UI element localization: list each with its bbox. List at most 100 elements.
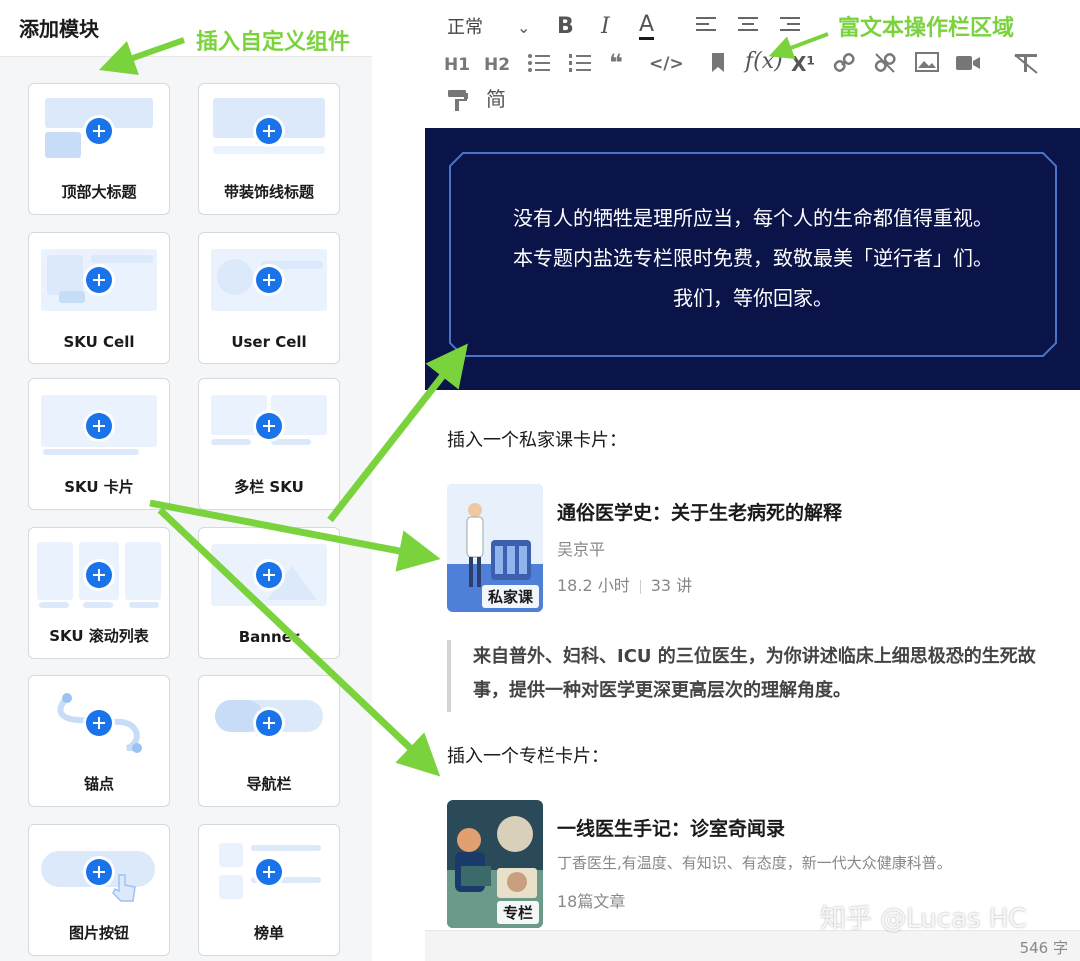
plus-icon [86,562,112,588]
tile-label: 多栏 SKU [234,478,304,496]
module-tile-user-cell[interactable]: User Cell [198,232,340,364]
navbar-preview [207,684,331,762]
anchor-preview [37,684,161,762]
plus-icon [256,859,282,885]
module-tile-image-button[interactable]: 图片按钮 [28,824,170,956]
topic-banner: 没有人的牺牲是理所应当，每个人的生命都值得重视。 本专题内盐选专栏限时免费，致敬… [425,128,1080,390]
heading2-button[interactable]: H2 [484,53,510,77]
module-tile-sku-card[interactable]: SKU 卡片 [28,378,170,510]
plus-icon [256,710,282,736]
course-lectures: 33 讲 [650,576,693,595]
plus-icon [86,118,112,144]
private-course-label: 插入一个私家课卡片： [447,430,627,451]
banner-line: 我们，等你回家。 [673,286,833,310]
font-color-button[interactable]: A [639,13,655,40]
image-icon[interactable] [915,52,939,77]
decorated-title-preview [207,92,331,170]
tile-label: 图片按钮 [68,924,129,942]
private-course-card[interactable]: 私家课 通俗医学史：关于生老病死的解释 吴京平 18.2 小时 33 讲 [447,484,1067,612]
bold-button[interactable]: B [557,15,574,39]
tile-label: User Cell [231,333,307,351]
align-center-icon[interactable] [737,15,759,40]
card-description: 丁香医生,有温度、有知识、有态度，新一代大众健康科普。 [557,854,952,872]
bullet-list-icon[interactable] [527,53,551,78]
numbered-list-icon[interactable] [568,53,592,78]
sku-cell-preview [37,241,161,319]
module-tile-ranking[interactable]: 榜单 [198,824,340,956]
custom-component-annotation: 插入自定义组件 [196,30,351,55]
banner-line: 本专题内盐选专栏限时免费，致敬最美「逆行者」们。 [513,246,993,270]
image-button-preview [37,833,161,911]
banner-preview [207,536,331,614]
module-tile-top-title[interactable]: 顶部大标题 [28,83,170,215]
module-tile-anchor[interactable]: 锚点 [28,675,170,807]
blockquote: 来自普外、妇科、ICU 的三位医生，为你讲述临床上细思极恐的生死故事，提供一种对… [447,640,1067,712]
card-title: 通俗医学史：关于生老病死的解释 [557,502,843,524]
card-meta: 18篇文章 [557,892,626,911]
heading1-button[interactable]: H1 [444,53,470,77]
align-left-icon[interactable] [695,15,717,40]
plus-icon [86,859,112,885]
user-cell-preview [207,241,331,319]
ranking-preview [207,833,331,911]
module-tile-banner[interactable]: Banner [198,527,340,659]
sku-scroll-list-preview [37,536,161,614]
course-cover-image: 私家课 [447,484,543,612]
meta-divider [639,579,641,594]
tile-label: SKU 卡片 [64,478,134,496]
tile-label: SKU Cell [63,333,135,351]
align-right-icon[interactable] [779,15,801,40]
blockquote-icon[interactable]: ❝ [609,51,623,75]
card-author: 吴京平 [557,540,606,559]
column-cover-image: 专栏 [447,800,543,928]
watermark: 知乎 @Lucas HC [820,904,1027,934]
toolbar-annotation: 富文本操作栏区域 [838,16,1015,41]
plus-icon [256,267,282,293]
column-label: 插入一个专栏卡片： [447,746,609,767]
banner-text: 没有人的牺牲是理所应当，每个人的生命都值得重视。 本专题内盐选专栏限时免费，致敬… [449,198,1057,318]
tile-label: 榜单 [253,924,284,942]
cover-badge: 私家课 [481,585,539,608]
formula-icon[interactable]: f(x) [745,50,783,74]
format-painter-icon[interactable] [447,88,469,117]
chevron-down-icon[interactable]: ⌄ [517,16,530,40]
tile-label: 导航栏 [246,775,292,793]
module-tile-sku-scroll-list[interactable]: SKU 滚动列表 [28,527,170,659]
quote-text: 来自普外、妇科、ICU 的三位医生，为你讲述临床上细思极恐的生死故事，提供一种对… [473,646,1036,701]
format-select[interactable]: 正常 [447,16,483,40]
superscript-icon[interactable]: X¹ [791,52,815,76]
plus-icon [86,710,112,736]
module-tile-decorated-title[interactable]: 带装饰线标题 [198,83,340,215]
italic-button[interactable]: I [601,15,610,39]
banner-line: 没有人的牺牲是理所应当，每个人的生命都值得重视。 [513,206,993,230]
module-tile-sku-cell[interactable]: SKU Cell [28,232,170,364]
card-title: 一线医生手记：诊室奇闻录 [557,818,786,840]
add-module-panel: 添加模块 顶部大标题 带装饰线标题 SKU Cell User Cell SKU… [0,0,372,961]
unlink-icon[interactable] [874,52,896,79]
word-count: 546 字 [1019,939,1068,957]
tile-label: 顶部大标题 [61,183,137,201]
card-meta: 18.2 小时 33 讲 [557,572,692,596]
plus-icon [256,562,282,588]
course-hours: 18.2 小时 [557,576,630,595]
tile-label: SKU 滚动列表 [49,627,149,645]
clear-format-icon[interactable] [1012,52,1040,79]
top-title-preview [37,92,161,170]
module-tile-navbar[interactable]: 导航栏 [198,675,340,807]
module-tile-multi-column-sku[interactable]: 多栏 SKU [198,378,340,510]
video-icon[interactable] [955,53,981,77]
cover-badge: 专栏 [496,901,539,924]
plus-icon [256,118,282,144]
simplified-chinese-button[interactable]: 简 [486,87,506,111]
plus-icon [86,267,112,293]
tile-label: 锚点 [83,775,114,793]
plus-icon [256,413,282,439]
tile-label: Banner [238,628,300,646]
code-icon[interactable]: </> [649,52,684,76]
multi-column-sku-preview [207,387,331,465]
link-icon[interactable] [833,52,855,79]
sku-card-preview [37,387,161,465]
plus-icon [86,413,112,439]
tile-label: 带装饰线标题 [223,183,314,201]
bookmark-icon[interactable] [710,52,726,79]
